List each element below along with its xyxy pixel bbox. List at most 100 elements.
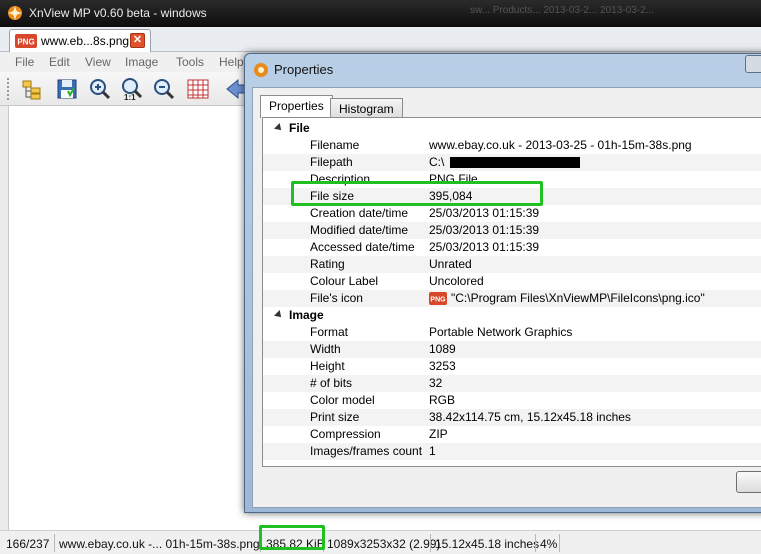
property-key: Filepath (310, 155, 353, 169)
group-label: Image (289, 308, 324, 322)
viewer-left-edge (0, 106, 9, 530)
menu-view[interactable]: View (85, 55, 111, 69)
property-row[interactable]: # of bits 32 (263, 375, 761, 392)
property-key: Images/frames count (310, 444, 423, 458)
toolbar-grip[interactable] (7, 78, 10, 100)
menu-help[interactable]: Help (219, 55, 244, 69)
property-value: 25/03/2013 01:15:39 (429, 240, 540, 254)
property-row[interactable]: Filepath C:\ (263, 154, 761, 171)
status-separator (559, 534, 560, 552)
property-value: C:\ (429, 155, 445, 169)
png-file-icon-text: PNG (17, 38, 34, 47)
xnview-app-icon (254, 63, 268, 77)
tab-label: www.eb...8s.png (41, 34, 130, 48)
redacted-block (450, 157, 580, 168)
highlight-file-size (291, 181, 543, 206)
property-key: # of bits (310, 376, 353, 390)
dialog-title: Properties (274, 62, 334, 77)
property-key: Print size (310, 410, 360, 424)
highlight-status-size (259, 525, 325, 550)
property-value: 25/03/2013 01:15:39 (429, 206, 540, 220)
menu-file[interactable]: File (15, 55, 34, 69)
property-row[interactable]: Rating Unrated (263, 256, 761, 273)
group-label: File (289, 121, 310, 135)
close-icon[interactable]: ✕ (130, 33, 145, 48)
status-filename: www.ebay.co.uk -... 01h-15m-38s.png (59, 537, 260, 551)
property-key: Compression (310, 427, 381, 441)
property-value: Unrated (429, 257, 472, 271)
zoom-out-icon[interactable] (152, 77, 176, 101)
property-value: RGB (429, 393, 456, 407)
grid-icon[interactable] (186, 77, 210, 101)
property-row[interactable]: Format Portable Network Graphics (263, 324, 761, 341)
svg-text:1:1: 1:1 (124, 93, 136, 101)
property-row[interactable]: Creation date/time 25/03/2013 01:15:39 (263, 205, 761, 222)
property-row[interactable]: Modified date/time 25/03/2013 01:15:39 (263, 222, 761, 239)
property-row[interactable]: Filename www.ebay.co.uk - 2013-03-25 - 0… (263, 137, 761, 154)
property-value: Uncolored (429, 274, 484, 288)
property-key: Creation date/time (310, 206, 409, 220)
property-key: Accessed date/time (310, 240, 415, 254)
property-row[interactable]: Compression ZIP (263, 426, 761, 443)
zoom-1to1-icon[interactable]: 1:1 (120, 77, 144, 101)
dialog-close-button[interactable] (745, 55, 761, 73)
window-title: XnView MP v0.60 beta - windows (29, 6, 207, 20)
status-zoom: 4% (540, 537, 558, 551)
property-value: 3253 (429, 359, 456, 373)
png-file-icon-text: PNG (430, 297, 446, 304)
property-key: Color model (310, 393, 375, 407)
property-row[interactable]: File's icon PNG "C:\Program Files\XnView… (263, 290, 761, 307)
png-file-icon: PNG (15, 34, 37, 48)
property-value: 32 (429, 376, 443, 390)
status-separator (430, 534, 431, 552)
document-tab-strip: PNG www.eb...8s.png ✕ (0, 27, 761, 52)
collapse-arrow-icon[interactable] (274, 310, 284, 320)
tab-histogram[interactable]: Histogram (330, 98, 403, 119)
xnview-app-icon (8, 6, 22, 20)
property-row[interactable]: Colour Label Uncolored (263, 273, 761, 290)
property-value: 1089 (429, 342, 456, 356)
tab-document[interactable]: PNG www.eb...8s.png ✕ (9, 29, 151, 52)
png-file-icon: PNG (429, 292, 447, 305)
property-key: Format (310, 325, 349, 339)
property-key: Width (310, 342, 341, 356)
save-icon[interactable] (55, 77, 79, 101)
property-value: 25/03/2013 01:15:39 (429, 223, 540, 237)
properties-dialog: Properties Properties Histogram File Fil… (244, 53, 761, 513)
group-image[interactable]: Image (263, 307, 761, 324)
tab-properties[interactable]: Properties (260, 95, 333, 118)
property-row[interactable]: Color model RGB (263, 392, 761, 409)
property-value: 38.42x114.75 cm, 15.12x45.18 inches (429, 410, 631, 424)
menu-edit[interactable]: Edit (49, 55, 70, 69)
property-value: "C:\Program Files\XnViewMP\FileIcons\png… (451, 291, 705, 305)
property-row[interactable]: Width 1089 (263, 341, 761, 358)
browser-icon[interactable] (20, 77, 44, 101)
property-key: Modified date/time (310, 223, 409, 237)
status-bar: 166/237 www.ebay.co.uk -... 01h-15m-38s.… (0, 530, 761, 554)
property-value: ZIP (429, 427, 448, 441)
menu-image[interactable]: Image (125, 55, 158, 69)
dialog-ok-button[interactable] (736, 471, 761, 493)
property-row[interactable]: Images/frames count 1 (263, 443, 761, 460)
property-row[interactable]: Print size 38.42x114.75 cm, 15.12x45.18 … (263, 409, 761, 426)
property-key: File's icon (310, 291, 363, 305)
status-index: 166/237 (6, 537, 50, 551)
property-value: Portable Network Graphics (429, 325, 573, 339)
collapse-arrow-icon[interactable] (274, 123, 284, 133)
property-key: Colour Label (310, 274, 379, 288)
property-key: Height (310, 359, 345, 373)
status-separator (535, 534, 536, 552)
menu-tools[interactable]: Tools (176, 55, 204, 69)
property-key: Filename (310, 138, 360, 152)
properties-list: File Filename www.ebay.co.uk - 2013-03-2… (262, 117, 761, 467)
property-value: www.ebay.co.uk - 2013-03-25 - 01h-15m-38… (429, 138, 692, 152)
background-window-titles: sw... Products... 2013-03-2... 2013-03-2… (470, 5, 654, 16)
property-value: 1 (429, 444, 436, 458)
property-row[interactable]: Accessed date/time 25/03/2013 01:15:39 (263, 239, 761, 256)
property-key: Rating (310, 257, 345, 271)
group-file[interactable]: File (263, 120, 761, 137)
property-row[interactable]: Height 3253 (263, 358, 761, 375)
status-separator (54, 534, 55, 552)
main-title-bar: XnView MP v0.60 beta - windows sw... Pro… (0, 0, 761, 27)
zoom-in-icon[interactable] (88, 77, 112, 101)
